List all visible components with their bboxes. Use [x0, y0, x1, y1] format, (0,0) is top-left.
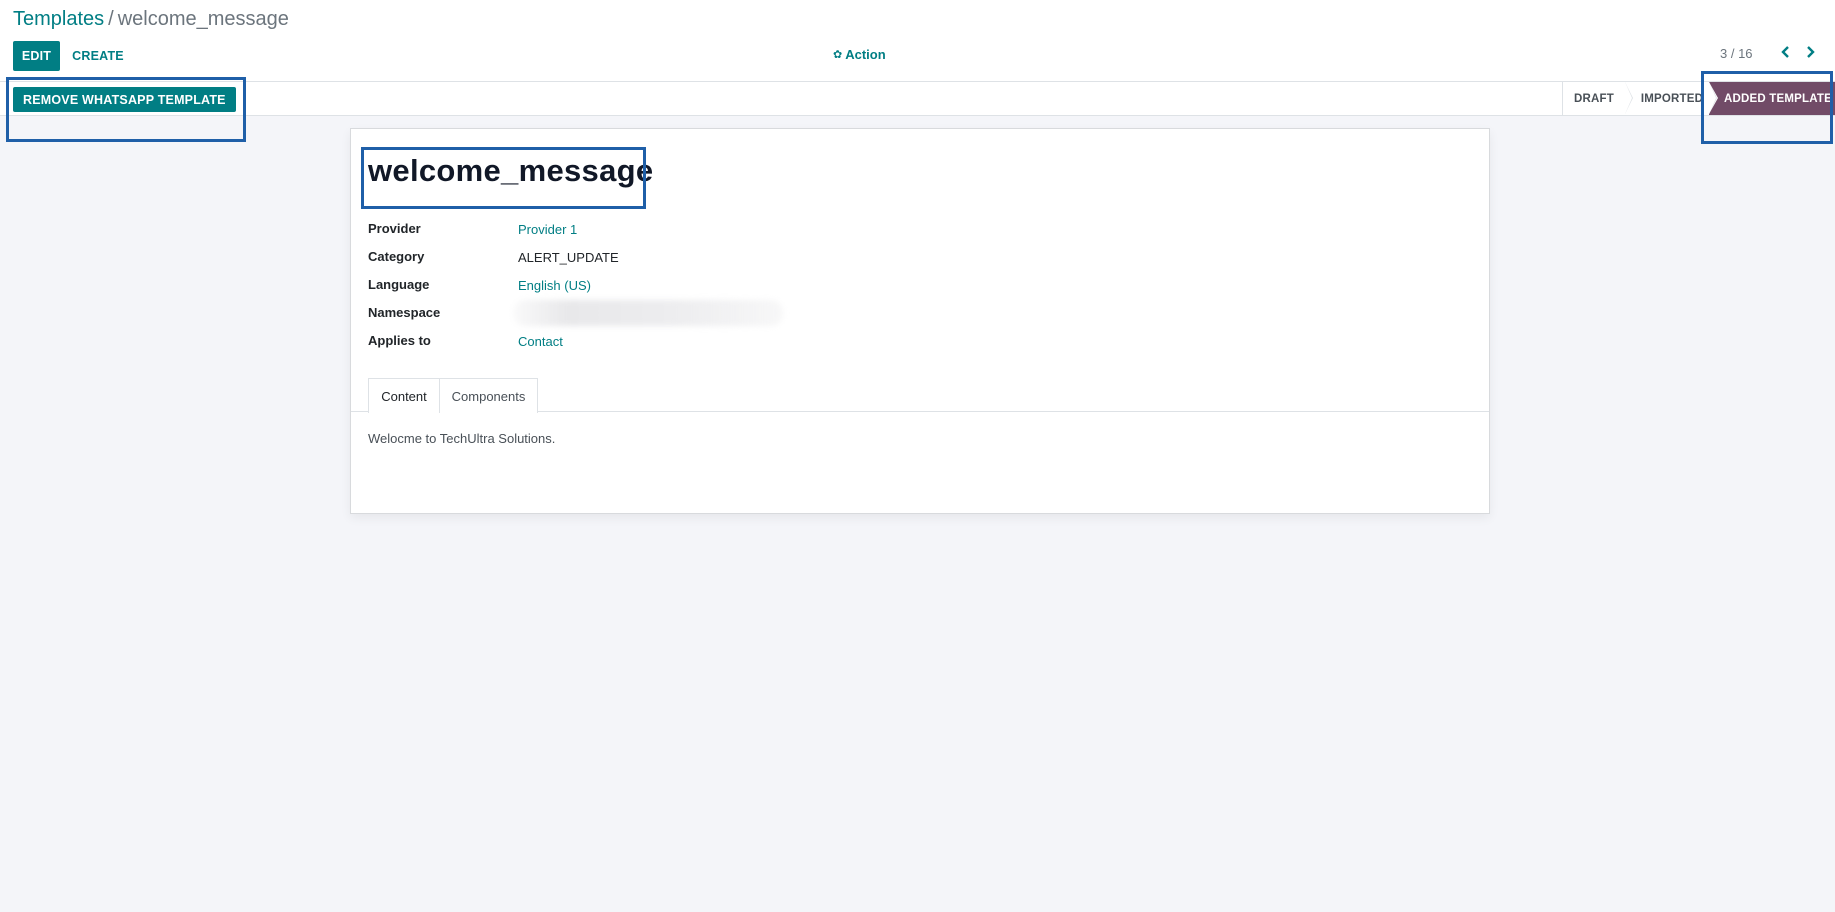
tab-content[interactable]: Content [368, 378, 440, 413]
statusbar: REMOVE WHATSAPP TEMPLATE DRAFT IMPORTED … [0, 81, 1835, 116]
field-applies-to: Applies to Contact [368, 333, 1068, 353]
control-panel: Templates / welcome_message EDIT CREATE ✿ … [0, 0, 1835, 81]
action-label: Action [845, 47, 886, 62]
stage-bar: DRAFT IMPORTED ADDED TEMPLATE [1562, 82, 1835, 115]
category-value: ALERT_UPDATE [518, 250, 619, 265]
stage-added-template[interactable]: ADDED TEMPLATE [1709, 82, 1835, 115]
field-namespace: Namespace [368, 300, 1068, 326]
breadcrumb-separator: / [108, 8, 114, 30]
chevron-left-icon[interactable] [1776, 43, 1794, 61]
action-menu-button[interactable]: ✿ Action [833, 47, 886, 62]
gear-icon: ✿ [833, 49, 843, 61]
field-provider: Provider Provider 1 [368, 221, 1068, 241]
field-label: Namespace [368, 305, 441, 320]
form-sheet: welcome_message Provider Provider 1 Cate… [350, 128, 1490, 514]
remove-whatsapp-template-button[interactable]: REMOVE WHATSAPP TEMPLATE [13, 87, 236, 112]
edit-button[interactable]: EDIT [13, 41, 60, 71]
content-text: Welocme to TechUltra Solutions. [368, 431, 556, 446]
applies-to-link[interactable]: Contact [518, 334, 563, 349]
pager-value[interactable]: 3 / 16 [1720, 46, 1753, 61]
stage-draft[interactable]: DRAFT [1563, 82, 1633, 115]
field-label: Category [368, 249, 425, 264]
language-link[interactable]: English (US) [518, 278, 591, 293]
namespace-redacted-value [513, 300, 783, 326]
provider-link[interactable]: Provider 1 [518, 222, 577, 237]
tab-components[interactable]: Components [439, 378, 538, 413]
field-label: Provider [368, 221, 421, 236]
record-title: welcome_message [368, 153, 654, 188]
breadcrumb-templates-link[interactable]: Templates [13, 8, 104, 30]
breadcrumb: Templates / welcome_message [13, 8, 289, 30]
chevron-right-icon[interactable] [1802, 43, 1820, 61]
breadcrumb-current: welcome_message [117, 8, 289, 30]
create-button[interactable]: CREATE [64, 41, 132, 71]
field-language: Language English (US) [368, 277, 1068, 297]
stage-imported[interactable]: IMPORTED [1625, 82, 1717, 115]
field-category: Category ALERT_UPDATE [368, 249, 1068, 269]
field-label: Applies to [368, 333, 431, 348]
notebook-tabs: Content Components [351, 378, 1489, 413]
field-label: Language [368, 277, 430, 292]
